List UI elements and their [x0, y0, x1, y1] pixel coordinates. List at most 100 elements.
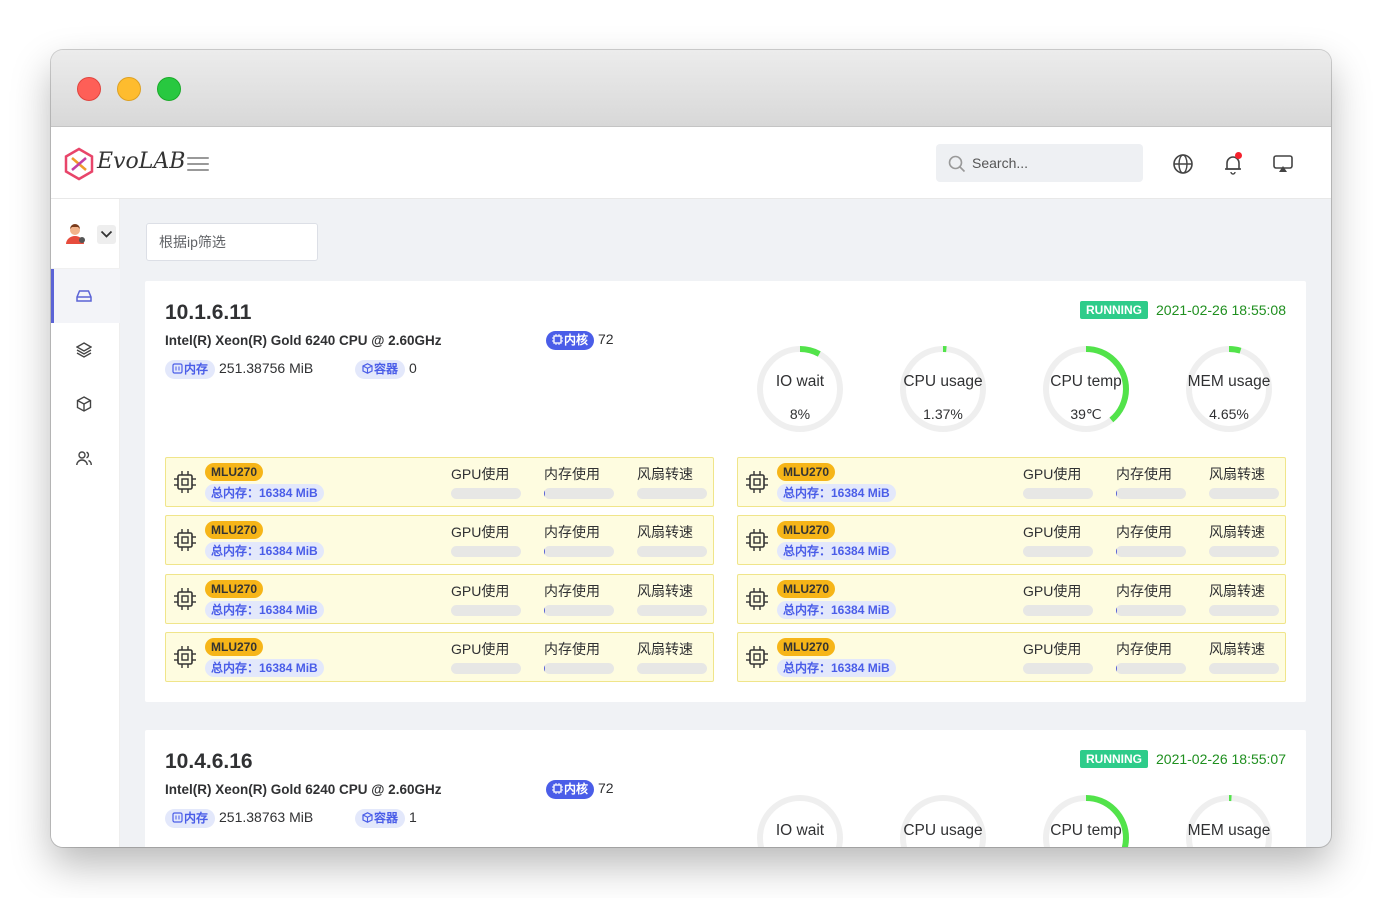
gpu-metric-fill — [544, 488, 545, 499]
gauge-label: CPU temp — [1050, 822, 1122, 839]
minimize-window-button[interactable] — [117, 77, 141, 101]
user-dropdown-button[interactable] — [97, 225, 116, 244]
gpu-card: MLU270 总内存：16384 MiB GPU使用 内存使用 风扇转速 — [165, 457, 714, 507]
gpu-metric: GPU使用 — [451, 522, 521, 558]
screen-cast-icon[interactable] — [1272, 153, 1294, 175]
gpu-metric: 内存使用 — [1116, 522, 1186, 558]
containers-info: 容器 1 — [355, 809, 417, 828]
users-icon — [76, 451, 92, 466]
gpu-metric: 风扇转速 — [637, 639, 707, 674]
gpu-metric-label: 风扇转速 — [637, 524, 693, 541]
gpu-metric-label: GPU使用 — [451, 524, 510, 541]
gauge-io-wait: IO wait — [755, 793, 845, 847]
cores-value: 72 — [598, 331, 614, 347]
search-box — [936, 144, 1143, 182]
evolab-logo-icon — [64, 147, 94, 181]
gpu-metric-fill — [1116, 662, 1117, 674]
gpu-total-memory: 总内存：16384 MiB — [777, 542, 896, 561]
server-ip: 10.1.6.11 — [165, 301, 252, 324]
gpu-metric-bar — [637, 604, 707, 616]
search-input[interactable] — [972, 144, 1137, 182]
gpu-metric-fill — [1116, 488, 1117, 499]
gpu-metric-bar — [451, 604, 521, 616]
gpu-metric: GPU使用 — [451, 581, 521, 616]
gpu-metric-bar — [1116, 546, 1186, 558]
gpu-metric-bar — [1023, 488, 1093, 499]
user-menu[interactable] — [51, 199, 120, 269]
chip-icon — [173, 528, 197, 557]
cpu-model: Intel(R) Xeon(R) Gold 6240 CPU @ 2.60GHz — [165, 782, 442, 797]
sidebar — [51, 199, 120, 847]
brand-name: EvoLAB — [97, 149, 186, 174]
gpu-metric-label: GPU使用 — [1023, 466, 1082, 482]
chip-icon — [173, 645, 197, 674]
sidebar-item-users[interactable] — [51, 431, 120, 485]
gpu-metric-label: 风扇转速 — [637, 582, 693, 599]
sidebar-item-packages[interactable] — [51, 377, 120, 431]
sidebar-item-layers[interactable] — [51, 323, 120, 377]
gpu-metric-bar — [1023, 604, 1093, 616]
gpu-metric-bar — [1209, 488, 1279, 499]
close-window-button[interactable] — [77, 77, 101, 101]
gpu-metric-label: GPU使用 — [1023, 640, 1082, 657]
gpu-metric: GPU使用 — [1023, 639, 1093, 674]
gpu-metric-bar — [1116, 604, 1186, 616]
gpu-metric: 风扇转速 — [637, 522, 707, 558]
gpu-metric: 风扇转速 — [637, 464, 707, 499]
gpu-name: MLU270 — [205, 521, 264, 540]
gpu-metric: 内存使用 — [544, 581, 614, 616]
gpu-metric: 风扇转速 — [637, 581, 707, 616]
gpu-metric: 风扇转速 — [1209, 581, 1279, 616]
gpu-metric-label: 内存使用 — [1116, 466, 1172, 482]
gpu-total-memory: 总内存：16384 MiB — [205, 658, 324, 677]
menu-toggle-icon[interactable] — [187, 157, 209, 173]
containers-value: 0 — [409, 360, 417, 376]
ip-filter-input[interactable] — [147, 224, 317, 260]
cores-info: 内核 72 — [546, 331, 614, 350]
gauge-io-wait: IO wait 8% — [755, 344, 845, 434]
gpu-metric-label: GPU使用 — [451, 640, 510, 657]
gauge-label: MEM usage — [1187, 822, 1271, 839]
gpu-name: MLU270 — [777, 637, 836, 656]
gpu-metric-bar — [637, 662, 707, 674]
sidebar-item-dashboard[interactable] — [51, 269, 120, 323]
memory-tag: 内存 — [165, 360, 216, 379]
notification-dot — [1235, 152, 1242, 159]
gpu-metric-bar — [1116, 488, 1186, 499]
containers-info: 容器 0 — [355, 360, 417, 379]
gpu-card: MLU270 总内存：16384 MiB GPU使用 内存使用 风扇转速 — [737, 573, 1286, 624]
search-icon — [948, 155, 966, 173]
gpu-metric-bar — [544, 604, 614, 616]
gpu-total-memory: 总内存：16384 MiB — [205, 600, 324, 619]
status-block: RUNNING 2021-02-26 18:55:07 — [1080, 750, 1286, 768]
gpu-metric-label: 风扇转速 — [1209, 640, 1265, 657]
maximize-window-button[interactable] — [157, 77, 181, 101]
gpu-metric-fill — [1116, 604, 1117, 616]
gpu-metric-bar — [1116, 662, 1186, 674]
globe-icon[interactable] — [1172, 153, 1194, 175]
layers-icon — [76, 342, 92, 358]
gpu-metric-bar — [451, 546, 521, 558]
gpu-metric-bar — [451, 662, 521, 674]
gauge-label: IO wait — [775, 822, 825, 839]
gpu-metric-fill — [1116, 546, 1117, 558]
chip-icon — [173, 587, 197, 616]
gpu-name: MLU270 — [205, 579, 264, 598]
notification-bell-icon[interactable] — [1222, 152, 1244, 175]
gauge-cpu-usage: CPU usage — [898, 793, 988, 847]
gpu-total-memory: 总内存：16384 MiB — [777, 658, 896, 677]
gpu-metric: GPU使用 — [451, 639, 521, 674]
cores-info: 内核 72 — [546, 780, 614, 799]
gpu-card: MLU270 总内存：16384 MiB GPU使用 内存使用 风扇转速 — [737, 631, 1286, 682]
gpu-metric-bar — [637, 488, 707, 499]
gpu-metric: 内存使用 — [1116, 464, 1186, 499]
gpu-metric-bar — [544, 546, 614, 558]
gpu-metric-fill — [544, 546, 545, 558]
gpu-name: MLU270 — [205, 463, 264, 481]
gpu-metric-bar — [1023, 662, 1093, 674]
gpu-card: MLU270 总内存：16384 MiB GPU使用 内存使用 风扇转速 — [737, 515, 1286, 566]
cpu-model: Intel(R) Xeon(R) Gold 6240 CPU @ 2.60GHz — [165, 333, 442, 348]
gpu-metric-label: GPU使用 — [451, 466, 510, 482]
gpu-metric-label: 内存使用 — [544, 582, 600, 599]
chip-icon — [745, 470, 769, 499]
